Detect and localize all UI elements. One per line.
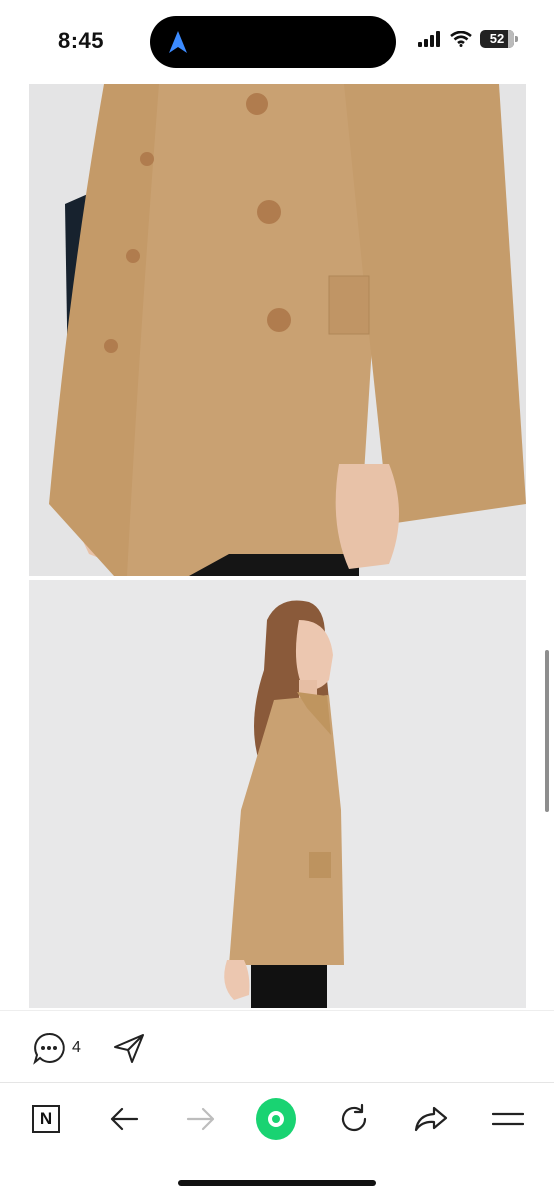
menu-button[interactable] bbox=[488, 1099, 528, 1139]
comment-bubble-icon bbox=[33, 1032, 65, 1065]
share-button[interactable] bbox=[411, 1099, 451, 1139]
wifi-icon bbox=[450, 31, 472, 47]
back-button[interactable] bbox=[104, 1099, 144, 1139]
share-icon bbox=[414, 1106, 448, 1132]
reload-button[interactable] bbox=[334, 1099, 374, 1139]
green-action-button[interactable] bbox=[256, 1098, 296, 1140]
status-icons: 52 bbox=[418, 30, 518, 48]
scrollbar[interactable] bbox=[545, 650, 549, 812]
send-icon bbox=[114, 1034, 144, 1063]
coat-side-view-image bbox=[29, 580, 526, 1008]
comment-count: 4 bbox=[72, 1039, 81, 1056]
menu-icon bbox=[492, 1112, 524, 1126]
product-photo-side-view[interactable] bbox=[29, 580, 526, 1008]
comment-button[interactable]: 4 bbox=[32, 1031, 81, 1065]
coat-closeup-image bbox=[29, 84, 526, 576]
battery-icon: 52 bbox=[480, 30, 518, 48]
signal-icon bbox=[418, 31, 440, 47]
comment-bar: 4 bbox=[0, 1010, 554, 1083]
naver-home-button[interactable]: N bbox=[26, 1099, 66, 1139]
send-button[interactable] bbox=[112, 1031, 146, 1070]
status-time: 8:45 bbox=[58, 28, 105, 53]
battery-level: 52 bbox=[489, 31, 505, 46]
forward-button[interactable] bbox=[181, 1099, 221, 1139]
green-circle-icon bbox=[256, 1098, 296, 1140]
home-indicator bbox=[178, 1180, 376, 1186]
back-arrow-icon bbox=[110, 1107, 139, 1131]
status-bar: 8:45 52 bbox=[0, 0, 554, 84]
naver-logo-icon: N bbox=[32, 1105, 60, 1133]
product-photo-closeup[interactable] bbox=[29, 84, 526, 576]
reload-icon bbox=[341, 1103, 367, 1132]
location-arrow-icon bbox=[169, 31, 187, 53]
forward-arrow-icon bbox=[186, 1107, 215, 1131]
dynamic-island bbox=[150, 16, 396, 68]
